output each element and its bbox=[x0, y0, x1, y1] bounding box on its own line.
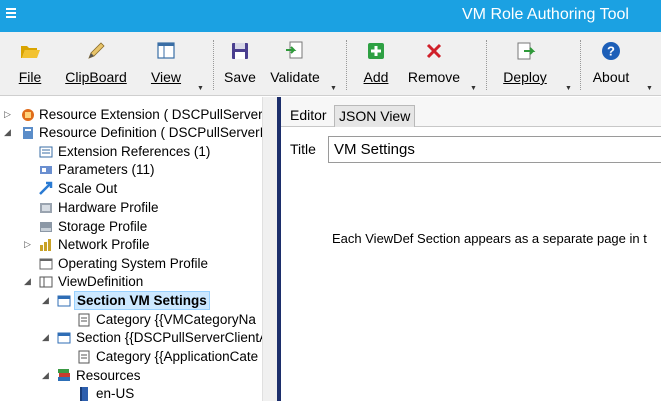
clipboard-button[interactable]: ClipBoard bbox=[62, 32, 130, 96]
title-field-label: Title bbox=[290, 141, 316, 157]
view-dropdown-icon[interactable]: ▼ bbox=[197, 85, 204, 92]
about-dropdown-icon[interactable]: ▼ bbox=[646, 85, 653, 92]
remove-button[interactable]: Remove bbox=[406, 32, 462, 96]
about-label: About bbox=[592, 69, 630, 85]
resources-books-icon bbox=[58, 369, 70, 381]
tree-item-label: Scale Out bbox=[58, 181, 118, 196]
tree-item-label: Hardware Profile bbox=[58, 200, 159, 215]
add-button[interactable]: Add bbox=[358, 32, 394, 96]
tree-item-label: Resources bbox=[76, 368, 141, 383]
about-button[interactable]: ? About bbox=[590, 32, 632, 96]
tree-item-label: Section VM Settings bbox=[74, 291, 210, 310]
validate-document-icon bbox=[286, 41, 303, 59]
question-icon: ? bbox=[602, 42, 620, 60]
title-bar: VM Role Authoring Tool bbox=[0, 0, 661, 32]
add-label: Add bbox=[363, 69, 389, 85]
view-button[interactable]: View bbox=[146, 32, 186, 96]
deploy-label: Deploy bbox=[503, 69, 547, 85]
deploy-icon bbox=[517, 42, 536, 60]
parameters-icon bbox=[40, 166, 52, 174]
toolbar-separator bbox=[580, 40, 581, 90]
collapse-arrow-icon[interactable]: ◢ bbox=[42, 366, 52, 385]
folder-open-icon bbox=[21, 46, 40, 58]
expand-arrow-icon[interactable]: ▷ bbox=[4, 105, 14, 124]
section-info-text: Each ViewDef Section appears as a separa… bbox=[332, 231, 647, 246]
editor-tabstrip: Editor JSON View bbox=[281, 97, 661, 127]
collapse-arrow-icon[interactable]: ◢ bbox=[24, 272, 34, 291]
tree-item-label: ViewDefinition bbox=[58, 274, 144, 289]
tree-item-label: Operating System Profile bbox=[58, 256, 209, 271]
remove-label: Remove bbox=[407, 69, 461, 85]
tab-editor[interactable]: Editor bbox=[286, 105, 331, 127]
tree-item-label: Network Profile bbox=[58, 237, 150, 252]
tree-item-label: Storage Profile bbox=[58, 219, 148, 234]
tree-item-label: Resource Definition ( DSCPullServerI bbox=[39, 125, 262, 140]
green-plus-icon bbox=[368, 43, 384, 59]
remove-dropdown-icon[interactable]: ▼ bbox=[470, 85, 477, 92]
validate-label: Validate bbox=[270, 69, 320, 85]
collapse-arrow-icon[interactable]: ◢ bbox=[42, 328, 52, 347]
resource-definition-icon bbox=[23, 127, 33, 139]
validate-dropdown-icon[interactable]: ▼ bbox=[330, 85, 337, 92]
tree-item-label: Section {{DSCPullServerClientA bbox=[76, 330, 262, 345]
pencil-icon bbox=[88, 42, 105, 59]
tree-item-label: Category {{ApplicationCate bbox=[96, 349, 259, 364]
resource-tree: ▷ Resource Extension ( DSCPullServerC ◢ … bbox=[0, 97, 262, 401]
scale-out-icon bbox=[39, 181, 53, 195]
hardware-profile-icon bbox=[40, 203, 52, 213]
window-title: VM Role Authoring Tool bbox=[462, 6, 629, 23]
tab-json-view[interactable]: JSON View bbox=[334, 105, 416, 127]
language-book-icon bbox=[80, 387, 88, 401]
section-icon bbox=[57, 332, 71, 344]
tree-scrollbar[interactable] bbox=[262, 97, 277, 401]
collapse-arrow-icon[interactable]: ◢ bbox=[4, 123, 14, 142]
floppy-disk-icon bbox=[232, 43, 248, 59]
validate-button[interactable]: Validate bbox=[268, 32, 322, 96]
svg-text:?: ? bbox=[607, 44, 615, 59]
view-definition-icon bbox=[39, 276, 53, 288]
view-label: View bbox=[150, 69, 182, 85]
storage-profile-icon bbox=[40, 222, 52, 232]
tree-item-label: Resource Extension ( DSCPullServerC bbox=[39, 107, 262, 122]
save-button[interactable]: Save bbox=[222, 32, 258, 96]
app-menu-icon[interactable] bbox=[6, 8, 16, 22]
red-x-icon bbox=[426, 43, 442, 59]
save-label: Save bbox=[224, 69, 256, 85]
resource-extension-icon bbox=[22, 109, 34, 121]
toolbar-separator bbox=[486, 40, 487, 90]
network-profile-icon bbox=[40, 239, 51, 251]
title-input[interactable] bbox=[328, 136, 661, 163]
deploy-button[interactable]: Deploy bbox=[500, 32, 550, 96]
toolbar-separator bbox=[213, 40, 214, 90]
tree-item-label: Extension References (1) bbox=[58, 144, 211, 159]
window-layout-icon bbox=[157, 42, 175, 59]
collapse-arrow-icon[interactable]: ◢ bbox=[42, 291, 52, 310]
os-profile-icon bbox=[39, 258, 53, 270]
tree-item-label: Category {{VMCategoryNa bbox=[96, 312, 256, 327]
section-icon bbox=[57, 295, 71, 307]
category-icon bbox=[78, 350, 90, 364]
clipboard-label: ClipBoard bbox=[65, 69, 127, 85]
extension-references-icon bbox=[39, 146, 53, 158]
toolbar-separator bbox=[346, 40, 347, 90]
expand-arrow-icon[interactable]: ▷ bbox=[24, 235, 34, 254]
ribbon-toolbar: File ClipBoard View ▼ Save Validate ▼ Ad… bbox=[0, 32, 661, 96]
file-label: File bbox=[18, 69, 42, 85]
editor-pane: Editor JSON View Title Each ViewDef Sect… bbox=[281, 97, 661, 401]
tree-item-label: Parameters (11) bbox=[58, 162, 155, 177]
file-button[interactable]: File bbox=[12, 32, 48, 96]
tree-item-label: en-US bbox=[96, 386, 135, 401]
deploy-dropdown-icon[interactable]: ▼ bbox=[565, 85, 572, 92]
category-icon bbox=[78, 313, 90, 327]
